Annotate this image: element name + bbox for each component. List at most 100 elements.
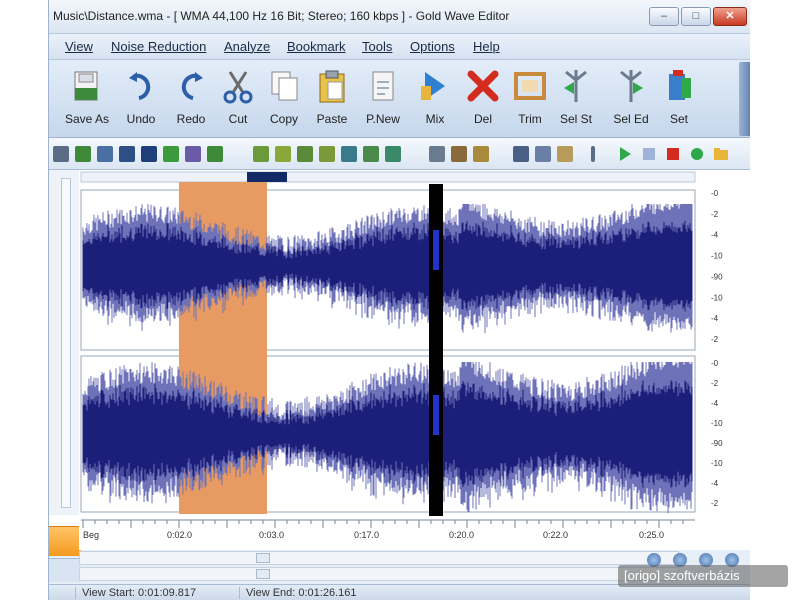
effect-icon[interactable] [275, 146, 291, 162]
select-start-icon [564, 70, 587, 102]
effect-icon[interactable] [185, 146, 201, 162]
effect-icon[interactable] [341, 146, 357, 162]
play-icon[interactable] [617, 146, 633, 162]
overview-position[interactable] [247, 172, 287, 182]
effect-icon[interactable] [253, 146, 269, 162]
mix-button[interactable]: Mix [409, 68, 461, 134]
ruler-tick-label: 0:22.0 [543, 530, 568, 540]
toolbar-scroll-handle[interactable] [739, 62, 750, 136]
paste-icon [319, 70, 345, 103]
watermark-text: [origo] szoftverbázis [624, 568, 740, 583]
effect-icon[interactable] [429, 146, 445, 162]
menu-analyze[interactable]: Analyze [224, 39, 270, 54]
vertical-scrollbar[interactable] [49, 170, 81, 515]
effect-icon[interactable] [207, 146, 223, 162]
paste-new-button[interactable]: P.New [357, 68, 409, 134]
ruler-tick-label: 0:25.0 [639, 530, 664, 540]
select-end-icon [620, 70, 643, 102]
effect-icon[interactable] [513, 146, 529, 162]
ruler-start-label: Beg [83, 530, 99, 540]
effect-icon[interactable] [473, 146, 489, 162]
ruler-tick-label: 0:17.0 [354, 530, 379, 540]
effect-icon[interactable] [119, 146, 135, 162]
toolbar-grip-icon [53, 146, 69, 162]
overview-bar[interactable] [80, 171, 696, 183]
db-scale-label: -10 [711, 459, 723, 468]
menu-view[interactable]: View [65, 39, 93, 54]
redo-button[interactable]: Redo [165, 68, 217, 134]
maximize-button[interactable]: □ [681, 7, 711, 26]
side-panel-tab[interactable] [49, 526, 81, 556]
db-scale-label: -90 [711, 272, 723, 281]
paste-button[interactable]: Paste [306, 68, 358, 134]
trim-button[interactable]: Trim [504, 68, 556, 134]
marker-highlight [433, 395, 439, 435]
waveform-view[interactable]: -0 -2 -4 -10 -90 -10 -4 -2 -0 -2 -4 -10 -90 -10 -4 -2 B… [79, 170, 750, 550]
effect-icon[interactable] [97, 146, 113, 162]
menu-options[interactable]: Options [410, 39, 455, 54]
effects-toolbar [49, 138, 750, 170]
effect-icon[interactable] [451, 146, 467, 162]
mix-icon [421, 72, 445, 100]
menu-bar: View Noise Reduction Analyze Bookmark To… [49, 34, 750, 60]
ruler-tick-label: 0:20.0 [449, 530, 474, 540]
effect-icon[interactable] [385, 146, 401, 162]
db-scale-label: -90 [711, 439, 723, 448]
db-scale-label: -0 [711, 189, 719, 198]
close-button[interactable]: ✕ [713, 7, 747, 26]
cut-button[interactable]: Cut [212, 68, 264, 134]
side-panel-tab[interactable] [49, 558, 81, 582]
set-button[interactable]: Set [653, 68, 705, 134]
effect-icon[interactable] [557, 146, 573, 162]
zoom-scroll-thumb[interactable] [256, 569, 270, 579]
copy-icon [271, 71, 298, 101]
paste-new-icon [372, 71, 394, 101]
view-end-status: View End: 0:01:26.161 [239, 587, 357, 599]
toolbar-separator [591, 146, 595, 162]
horizontal-scroll-thumb[interactable] [256, 553, 270, 563]
menu-noise-reduction[interactable]: Noise Reduction [111, 39, 206, 54]
select-start-button[interactable]: Sel St [550, 68, 602, 134]
db-scale-label: -2 [711, 379, 719, 388]
waveform-editor: -0 -2 -4 -10 -90 -10 -4 -2 -0 -2 -4 -10 -90 -10 -4 -2 B… [49, 170, 750, 582]
db-scale-label: -4 [711, 479, 719, 488]
goldwave-editor-window: Music\Distance.wma - [ WMA 44,100 Hz 16 … [48, 0, 750, 600]
db-scale-label: -4 [711, 231, 719, 240]
undo-icon [129, 72, 151, 100]
title-bar: Music\Distance.wma - [ WMA 44,100 Hz 16 … [49, 0, 750, 34]
effect-icon[interactable] [363, 146, 379, 162]
folder-icon[interactable] [713, 146, 729, 162]
zoom-scrollbar[interactable] [79, 567, 679, 581]
db-scale-label: -2 [711, 210, 719, 219]
db-scale-label: -0 [711, 359, 719, 368]
select-end-button[interactable]: Sel Ed [605, 68, 657, 134]
effect-icon[interactable] [297, 146, 313, 162]
menu-tools[interactable]: Tools [362, 39, 392, 54]
menu-bookmark[interactable]: Bookmark [287, 39, 346, 54]
save-as-button[interactable]: Save As [61, 68, 113, 134]
effect-icon[interactable] [141, 146, 157, 162]
vertical-scroll-thumb[interactable] [61, 178, 71, 508]
db-scale-label: -2 [711, 335, 719, 344]
undo-button[interactable]: Undo [115, 68, 167, 134]
record-icon[interactable] [689, 146, 705, 162]
cut-icon [223, 71, 253, 104]
horizontal-scrollbar[interactable] [79, 551, 679, 565]
delete-button[interactable]: Del [457, 68, 509, 134]
effect-icon[interactable] [163, 146, 179, 162]
pause-icon[interactable] [641, 146, 657, 162]
redo-icon [181, 72, 203, 100]
menu-help[interactable]: Help [473, 39, 500, 54]
set-icon [669, 70, 691, 100]
db-scale-label: -10 [711, 293, 723, 302]
delete-icon [467, 70, 499, 102]
effect-icon[interactable] [319, 146, 335, 162]
effect-icon[interactable] [75, 146, 91, 162]
stop-icon[interactable] [665, 146, 681, 162]
copy-button[interactable]: Copy [258, 68, 310, 134]
minimize-button[interactable]: – [649, 7, 679, 26]
effect-icon[interactable] [535, 146, 551, 162]
db-scale-label: -10 [711, 419, 723, 428]
main-toolbar: Save As Undo Redo Cut Copy Paste P.New M… [49, 60, 750, 138]
db-scale-label: -4 [711, 314, 719, 323]
